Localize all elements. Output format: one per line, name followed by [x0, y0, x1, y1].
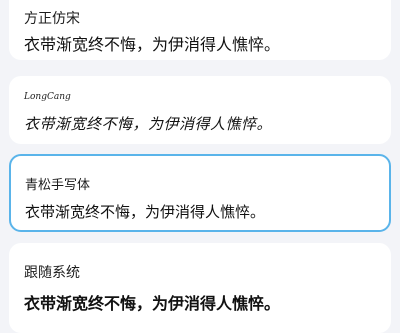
- font-name-label: 跟随系统: [24, 265, 80, 281]
- font-option-longcang[interactable]: LongCang 衣带渐宽终不悔，为伊消得人憔悴。: [9, 76, 391, 144]
- font-name-label: LongCang: [24, 92, 71, 102]
- font-option-qingsong-handwriting[interactable]: 青松手写体 衣带渐宽终不悔，为伊消得人憔悴。: [9, 154, 391, 232]
- font-name-label: 方正仿宋: [24, 11, 80, 27]
- font-option-fangzheng-fangsong[interactable]: 方正仿宋 衣带渐宽终不悔，为伊消得人憔悴。: [9, 0, 391, 60]
- font-sample-text: 衣带渐宽终不悔，为伊消得人憔悴。: [24, 115, 273, 133]
- font-option-follow-system[interactable]: 跟随系统 衣带渐宽终不悔，为伊消得人憔悴。: [9, 243, 391, 333]
- font-sample-text: 衣带渐宽终不悔，为伊消得人憔悴。: [25, 203, 266, 221]
- font-name-label: 青松手写体: [25, 178, 91, 193]
- font-sample-text: 衣带渐宽终不悔，为伊消得人憔悴。: [24, 294, 281, 313]
- font-sample-text: 衣带渐宽终不悔，为伊消得人憔悴。: [24, 35, 281, 54]
